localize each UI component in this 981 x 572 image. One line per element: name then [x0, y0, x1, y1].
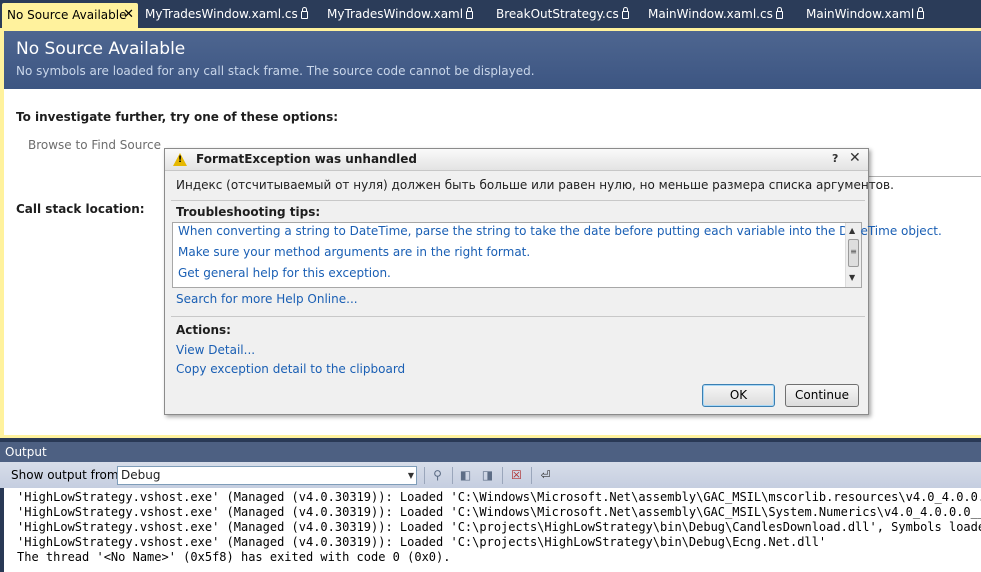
lock-icon	[300, 7, 308, 19]
tab-label: MainWindow.xaml	[806, 7, 915, 21]
clear-all-icon[interactable]: ☒	[509, 468, 524, 483]
tip-link-general-help[interactable]: Get general help for this exception.	[178, 266, 391, 280]
exception-message: Индекс (отсчитываемый от нуля) должен бы…	[176, 178, 894, 192]
scroll-thumb[interactable]: ≡	[848, 239, 859, 267]
tab-label: MainWindow.xaml.cs	[648, 7, 773, 21]
scroll-down-icon[interactable]: ▼	[849, 273, 855, 282]
toolbar-separator	[502, 467, 503, 484]
ok-button[interactable]: OK	[702, 384, 775, 407]
troubleshooting-tips-list: When converting a string to DateTime, pa…	[172, 222, 942, 288]
call-stack-location-label: Call stack location:	[16, 202, 145, 216]
output-toolbar: Show output from: Debug ▼ ⚲ ◧ ◨ ☒ ⏎	[0, 462, 981, 488]
page-subtitle: No symbols are loaded for any call stack…	[16, 64, 535, 78]
toolbar-separator	[452, 467, 453, 484]
next-message-icon[interactable]: ◨	[480, 468, 495, 483]
tab-label: MyTradesWindow.xaml	[327, 7, 464, 21]
output-line: 'HighLowStrategy.vshost.exe' (Managed (v…	[17, 535, 827, 549]
document-tab-strip: No Source Available ✕ MyTradesWindow.xam…	[0, 0, 981, 28]
continue-button[interactable]: Continue	[785, 384, 859, 407]
no-source-header: No Source Available No symbols are loade…	[4, 31, 981, 89]
tip-link-method-arguments[interactable]: Make sure your method arguments are in t…	[178, 245, 530, 259]
dialog-title: FormatException was unhandled	[196, 152, 418, 166]
investigate-heading: To investigate further, try one of these…	[16, 110, 339, 124]
lock-icon	[621, 7, 629, 19]
find-message-icon[interactable]: ⚲	[430, 468, 445, 483]
lock-icon	[466, 7, 474, 19]
close-icon[interactable]: ✕	[849, 150, 861, 166]
troubleshooting-tips-label: Troubleshooting tips:	[176, 205, 321, 219]
tab-mainwindow-xaml-cs[interactable]: MainWindow.xaml.cs	[648, 4, 783, 24]
tips-scrollbar[interactable]: ▲ ≡ ▼	[845, 223, 861, 287]
tab-close-icon[interactable]: ✕	[123, 3, 134, 27]
output-line: 'HighLowStrategy.vshost.exe' (Managed (v…	[17, 490, 981, 504]
tab-mytradeswindow-xaml[interactable]: MyTradesWindow.xaml	[327, 4, 474, 24]
tab-label: No Source Available	[7, 8, 127, 22]
tab-no-source-available[interactable]: No Source Available ✕	[2, 3, 138, 28]
copy-exception-detail-link[interactable]: Copy exception detail to the clipboard	[176, 362, 405, 376]
output-source-value: Debug	[121, 468, 161, 482]
lock-icon	[917, 7, 925, 19]
divider	[171, 316, 865, 317]
actions-label: Actions:	[176, 323, 231, 337]
scroll-up-icon[interactable]: ▲	[849, 226, 855, 235]
tip-link-datetime[interactable]: When converting a string to DateTime, pa…	[178, 224, 942, 238]
output-panel-title: Output	[0, 442, 981, 462]
output-text-area[interactable]: 'HighLowStrategy.vshost.exe' (Managed (v…	[4, 488, 981, 572]
divider	[171, 200, 865, 201]
tab-mainwindow-xaml[interactable]: MainWindow.xaml	[806, 4, 925, 24]
view-detail-link[interactable]: View Detail...	[176, 343, 255, 357]
output-line: 'HighLowStrategy.vshost.exe' (Managed (v…	[17, 505, 981, 519]
help-icon[interactable]: ?	[832, 152, 838, 165]
search-help-online-link[interactable]: Search for more Help Online...	[176, 292, 358, 306]
tab-breakoutstrategy-cs[interactable]: BreakOutStrategy.cs	[496, 4, 629, 24]
lock-icon	[775, 7, 783, 19]
word-wrap-icon[interactable]: ⏎	[538, 468, 553, 483]
toolbar-separator	[531, 467, 532, 484]
show-output-from-label: Show output from:	[11, 468, 123, 482]
output-line: The thread '<No Name>' (0x5f8) has exite…	[17, 550, 451, 564]
chevron-down-icon: ▼	[407, 471, 414, 480]
tab-label: MyTradesWindow.xaml.cs	[145, 7, 298, 21]
tab-label: BreakOutStrategy.cs	[496, 7, 619, 21]
toolbar-separator	[424, 467, 425, 484]
dialog-title-bar[interactable]: ! FormatException was unhandled ? ✕	[165, 149, 868, 171]
warning-icon: !	[173, 153, 187, 166]
output-source-select[interactable]: Debug ▼	[117, 466, 417, 485]
previous-message-icon[interactable]: ◧	[458, 468, 473, 483]
output-line: 'HighLowStrategy.vshost.exe' (Managed (v…	[17, 520, 981, 534]
page-title: No Source Available	[16, 39, 186, 59]
browse-to-find-source-link[interactable]: Browse to Find Source	[28, 138, 161, 152]
exception-assistant-dialog: ! FormatException was unhandled ? ✕ Инде…	[164, 148, 942, 415]
tab-mytradeswindow-xaml-cs[interactable]: MyTradesWindow.xaml.cs	[145, 4, 308, 24]
divider	[868, 176, 981, 177]
